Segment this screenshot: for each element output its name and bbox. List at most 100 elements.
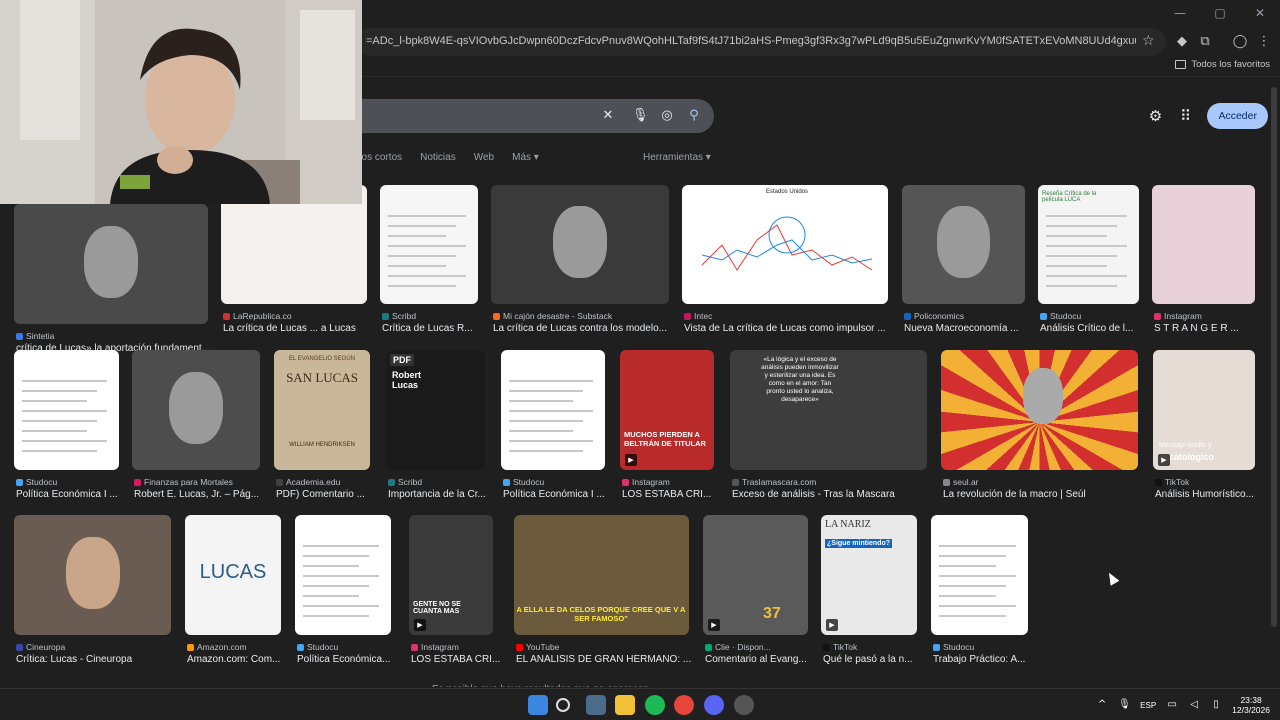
result-source[interactable]: TikTok (823, 642, 929, 652)
result-thumbnail[interactable] (14, 515, 171, 635)
result-source[interactable]: Instagram (411, 642, 505, 652)
bookmark-star-icon[interactable]: ☆ (1142, 33, 1158, 49)
result-title[interactable]: LOS ESTABA CRI... (622, 489, 728, 500)
result-source[interactable]: Studocu (297, 642, 403, 652)
clear-icon[interactable]: ✕ (600, 108, 616, 124)
image-result[interactable]: Studocu Política Económica I ... (14, 350, 119, 515)
extension-icon[interactable]: ◆ (1174, 34, 1190, 50)
result-source[interactable]: Cineuropa (16, 642, 183, 652)
result-thumbnail[interactable]: GENTE NO SE CUANTA MAS (409, 515, 493, 635)
file-explorer-icon[interactable] (615, 695, 635, 715)
result-thumbnail[interactable]: «La lógica y el exceso de análisis puede… (730, 350, 927, 470)
result-title[interactable]: Vista de La crítica de Lucas como impuls… (684, 323, 902, 334)
result-source[interactable]: Mi cajón desastre - Substack (493, 311, 681, 321)
widgets-icon[interactable] (586, 695, 606, 715)
tab-videos[interactable]: eos cortos (356, 152, 402, 163)
result-thumbnail[interactable]: PDF Robert Lucas (386, 350, 485, 470)
chevron-up-icon[interactable]: ^ (1096, 699, 1108, 711)
image-result[interactable]: Estados Unidos Intec Vista de La crítica d… (682, 185, 888, 349)
result-source[interactable]: seul.ar (943, 477, 1150, 487)
spotify-icon[interactable] (645, 695, 665, 715)
result-thumbnail[interactable]: MUCHOS PIERDEN A BELTRÁN DE TITULAR (620, 350, 714, 470)
image-result[interactable]: 37 ▶ Clie · Dispon... Comentario al Evang..… (703, 515, 808, 680)
result-title[interactable]: Comentario al Evang... (705, 654, 822, 665)
image-result[interactable]: Policonomics Nueva Macroeconomía ... (902, 185, 1025, 349)
result-source[interactable]: Scribd (382, 311, 490, 321)
all-bookmarks-button[interactable]: Todos los favoritos (1175, 59, 1270, 70)
image-result[interactable]: Instagram S T R A N G E R ... (1152, 185, 1255, 349)
result-source[interactable]: Amazon.com (187, 642, 293, 652)
tab-news[interactable]: Noticias (420, 152, 456, 163)
result-source[interactable]: Studocu (933, 642, 1040, 652)
image-result[interactable]: Studocu Política Económica I ... (501, 350, 605, 515)
result-title[interactable]: La revolución de la macro | Seúl (943, 489, 1152, 500)
result-title[interactable]: Exceso de análisis - Tras la Mascara (732, 489, 941, 500)
result-source[interactable]: YouTube (516, 642, 701, 652)
signin-button[interactable]: Acceder (1207, 103, 1268, 129)
result-thumbnail[interactable] (14, 204, 208, 324)
image-result[interactable]: seul.ar La revolución de la macro | Seúl (941, 350, 1138, 515)
result-title[interactable]: Política Económica... (297, 654, 405, 665)
page-scrollbar[interactable] (1271, 87, 1277, 627)
result-source[interactable]: Studocu (1040, 311, 1151, 321)
tab-more[interactable]: Más ▾ (512, 152, 539, 163)
start-icon[interactable] (528, 695, 548, 715)
tab-web[interactable]: Web (474, 152, 494, 163)
profile-icon[interactable]: ◯ (1232, 34, 1248, 50)
image-result[interactable]: Finanzas para Mortales Robert E. Lucas, J… (132, 350, 260, 515)
url-text[interactable]: =ADc_l-bpk8W4E-qsVIOvbGJcDwpn60DczFdcvPn… (366, 35, 1136, 47)
mic-icon[interactable]: 🎙 (632, 108, 649, 124)
result-source[interactable]: Instagram (1154, 311, 1267, 321)
result-title[interactable]: PDF) Comentario ... (276, 489, 384, 500)
result-title[interactable]: Política Económica I ... (503, 489, 619, 500)
result-thumbnail[interactable]: A ELLA LE DA CELOS PORQUE CREE QUE V A S… (514, 515, 689, 635)
result-source[interactable]: Instagram (622, 477, 726, 487)
maximize-button[interactable]: ▢ (1200, 0, 1240, 26)
result-source[interactable]: TikTok (1155, 477, 1267, 487)
result-source[interactable]: Sintetia (16, 331, 220, 341)
result-title[interactable]: Crítica de Lucas R... (382, 323, 492, 334)
image-result[interactable]: Sintetia crítica de Lucas» la aportación … (14, 204, 210, 369)
result-thumbnail[interactable] (931, 515, 1028, 635)
result-title[interactable]: Crítica: Lucas - Cineuropa (16, 654, 185, 665)
volume-icon[interactable]: ◁ (1188, 699, 1200, 711)
result-source[interactable]: Clie · Dispon... (705, 642, 820, 652)
result-title[interactable]: Análisis Humorístico... (1155, 489, 1269, 500)
app-icon[interactable] (734, 695, 754, 715)
result-title[interactable]: LOS ESTABA CRI... (411, 654, 507, 665)
result-thumbnail[interactable] (941, 350, 1138, 470)
result-title[interactable]: Análisis Crítico de l... (1040, 323, 1153, 334)
mic-tray-icon[interactable]: 🎙 (1118, 699, 1131, 711)
result-title[interactable]: Nueva Macroeconomía ... (904, 323, 1039, 334)
result-title[interactable]: Política Económica I ... (16, 489, 133, 500)
result-thumbnail[interactable]: Estados Unidos (682, 185, 888, 304)
result-thumbnail[interactable] (902, 185, 1025, 304)
result-thumbnail[interactable]: Mensaje oculto y escatológico (1153, 350, 1255, 470)
result-title[interactable]: Amazon.com: Com... (187, 654, 295, 665)
image-result[interactable]: PDF Robert Lucas Scribd Importancia de la C… (386, 350, 486, 515)
image-result[interactable]: LUCAS Amazon.com Amazon.com: Com... (185, 515, 281, 680)
result-source[interactable]: Finanzas para Mortales (134, 477, 272, 487)
image-result[interactable]: Studocu Trabajo Práctico: A... (931, 515, 1028, 680)
chrome-icon[interactable] (674, 695, 694, 715)
result-source[interactable]: Policonomics (904, 311, 1037, 321)
result-title[interactable]: La crítica de Lucas contra los modelo... (493, 323, 683, 334)
result-title[interactable]: S T R A N G E R ... (1154, 323, 1269, 334)
result-source[interactable]: Academia.edu (276, 477, 382, 487)
result-thumbnail[interactable]: LUCAS (185, 515, 281, 635)
search-input[interactable]: ✕ 🎙 ◎ ⚲ (340, 99, 714, 133)
image-result[interactable]: Mensaje oculto y escatológico ▶ TikTok Análi… (1153, 350, 1255, 515)
lens-icon[interactable]: ◎ (659, 108, 675, 124)
gear-icon[interactable]: ⚙ (1147, 108, 1163, 124)
result-thumbnail[interactable] (14, 350, 119, 470)
result-thumbnail[interactable] (491, 185, 669, 304)
result-thumbnail[interactable] (1152, 185, 1255, 304)
result-thumbnail[interactable] (380, 185, 478, 304)
result-source[interactable]: Studocu (503, 477, 617, 487)
image-result[interactable]: Reseña Crítica de la película LUCA Studoc… (1038, 185, 1139, 349)
result-thumbnail[interactable]: 37 (703, 515, 808, 635)
result-thumbnail[interactable]: Reseña Crítica de la película LUCA (1038, 185, 1139, 304)
result-title[interactable]: Qué le pasó a la n... (823, 654, 931, 665)
image-result[interactable]: Cineuropa Crítica: Lucas - Cineuropa (14, 515, 171, 680)
result-thumbnail[interactable] (501, 350, 605, 470)
